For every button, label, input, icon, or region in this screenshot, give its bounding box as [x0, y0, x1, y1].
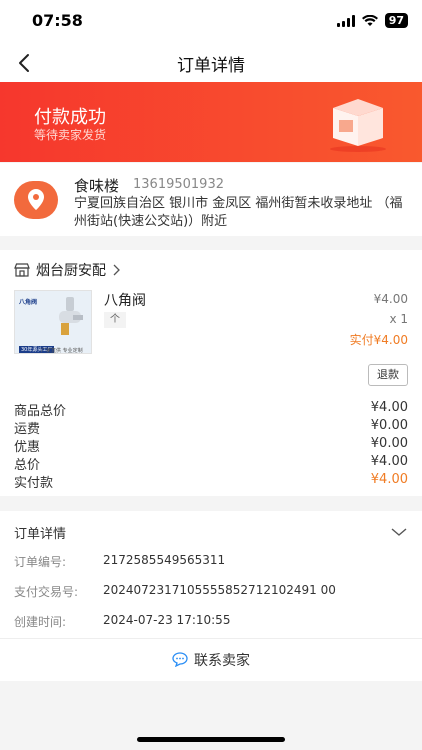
shop-name: 烟台厨安配 [36, 263, 106, 279]
signal-icon [336, 14, 355, 27]
summary-row-paid: 实付款 ¥4.00 [14, 472, 408, 491]
status-icons: 97 [336, 13, 408, 28]
summary-label: 实付款 [14, 476, 54, 491]
summary-row: 运费 ¥0.00 [14, 418, 408, 437]
wifi-icon [361, 14, 378, 26]
shop-link[interactable]: 烟台厨安配 [14, 260, 120, 280]
payment-status-banner: 付款成功 等待卖家发货 [0, 82, 422, 162]
status-bar: 07:58 97 [0, 0, 422, 44]
location-pin-icon [14, 181, 58, 219]
summary-value: ¥4.00 [370, 400, 408, 415]
summary-value: ¥0.00 [370, 436, 408, 451]
summary-value: ¥4.00 [370, 454, 408, 469]
battery-indicator: 97 [384, 13, 408, 28]
chevron-right-icon [113, 264, 120, 276]
summary-row: 总价 ¥4.00 [14, 454, 408, 473]
contact-seller-button[interactable]: 联系卖家 [0, 638, 422, 680]
status-time: 07:58 [32, 11, 83, 30]
created-time-value: 2024-07-23 17:10:55 [103, 613, 231, 627]
chat-bubble-icon [172, 652, 188, 667]
home-indicator [137, 737, 285, 742]
page-title: 订单详情 [177, 56, 245, 76]
product-name: 八角阀 [104, 293, 146, 309]
summary-row: 商品总价 ¥4.00 [14, 400, 408, 419]
summary-label: 优惠 [14, 440, 41, 455]
transaction-id-value: 2024072317105555852712102491 00 [103, 583, 336, 597]
summary-value: ¥0.00 [370, 418, 408, 433]
transaction-id-label: 支付交易号: [14, 585, 79, 599]
shipping-address-card[interactable]: 食味楼 13619501932 宁夏回族自治区 银川市 金凤区 福州街暂未收录地… [0, 163, 422, 236]
chevron-down-icon[interactable] [390, 523, 408, 541]
summary-label: 运费 [14, 422, 41, 437]
order-number-value: 2172585549565311 [103, 553, 226, 567]
summary-label: 商品总价 [14, 404, 67, 419]
summary-row: 优惠 ¥0.00 [14, 436, 408, 455]
recipient-name: 食味楼 [74, 177, 120, 195]
order-items-card: 烟台厨安配 八角阀 30年源头工厂 厂家直供 专业定制 八角阀 个 ¥4.00 … [0, 250, 422, 496]
product-paid: 实付¥4.00 [349, 333, 408, 347]
product-spec: 个 [104, 312, 126, 328]
order-number-label: 订单编号: [14, 555, 67, 569]
order-detail-header: 订单详情 [14, 527, 67, 542]
order-detail-card: 订单详情 订单编号: 2172585549565311 支付交易号: 20240… [0, 511, 422, 681]
nav-bar: 订单详情 [0, 44, 422, 82]
product-quantity: x 1 [389, 312, 408, 326]
created-time-label: 创建时间: [14, 615, 67, 629]
banner-subtitle: 等待卖家发货 [34, 128, 107, 142]
refund-button[interactable]: 退款 [368, 364, 408, 386]
summary-label: 总价 [14, 458, 41, 473]
thumbnail-tag: 厂家直供 专业定制 [41, 348, 83, 354]
package-box-icon [330, 99, 386, 152]
summary-value: ¥4.00 [370, 472, 408, 487]
recipient-phone: 13619501932 [133, 177, 224, 192]
product-thumbnail[interactable]: 八角阀 30年源头工厂 厂家直供 专业定制 [14, 290, 92, 354]
store-icon [14, 263, 30, 277]
address-text: 宁夏回族自治区 银川市 金凤区 福州街暂未收录地址 （福州街站(快速公交站)）附… [74, 196, 403, 229]
valve-image [59, 297, 83, 335]
product-price: ¥4.00 [373, 292, 408, 306]
thumbnail-title: 八角阀 [19, 299, 38, 306]
contact-seller-label: 联系卖家 [194, 652, 250, 669]
